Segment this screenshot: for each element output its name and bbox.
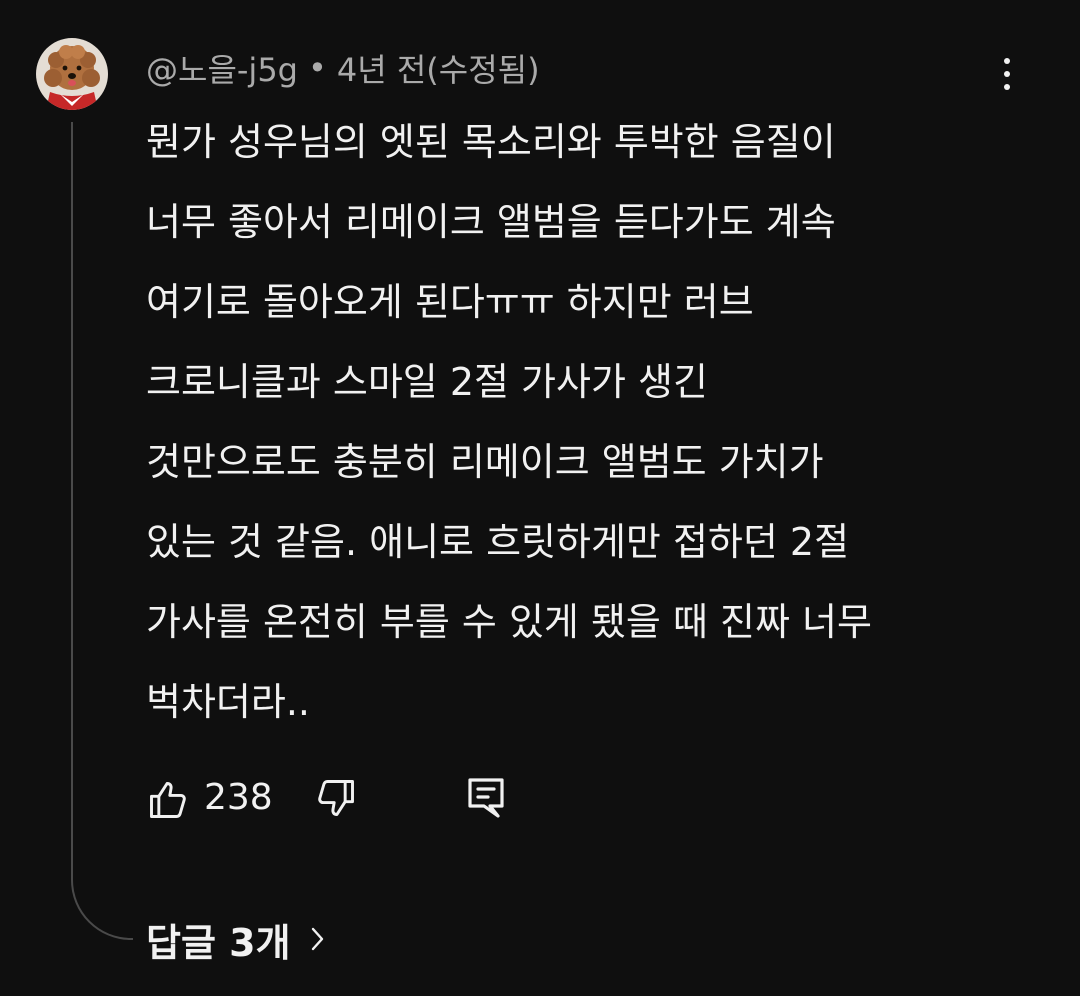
more-vertical-icon: [1004, 58, 1010, 64]
dog-avatar-icon: [36, 38, 108, 110]
dislike-button[interactable]: [314, 776, 358, 820]
separator-dot: •: [308, 49, 327, 87]
comment-line: 있는 것 같음. 애니로 흐릿하게만 접하던 2절: [146, 520, 850, 564]
reply-thread-line: [71, 122, 133, 940]
replies-label: 답글 3개: [146, 920, 291, 965]
comment-line: 것만으로도 충분히 리메이크 앨범도 가치가: [146, 440, 824, 484]
avatar[interactable]: [36, 38, 108, 110]
comment-text: 뭔가 성우님의 엣된 목소리와 투박한 음질이 너무 좋아서 리메이크 앨범을 …: [146, 102, 1036, 742]
more-options-button[interactable]: [990, 52, 1024, 96]
comment-header: @노을-j5g • 4년 전(수정됨): [146, 46, 540, 90]
timestamp: 4년 전(수정됨): [336, 51, 540, 89]
author-name[interactable]: @노을-j5g: [146, 45, 298, 91]
more-vertical-icon-dot: [1004, 71, 1010, 77]
reply-comment-icon: [468, 778, 504, 818]
more-vertical-icon-dot: [1004, 84, 1010, 90]
reply-button[interactable]: [466, 776, 506, 820]
like-count: 238: [204, 777, 273, 818]
comment-line: 너무 좋아서 리메이크 앨범을 듣다가도 계속: [146, 200, 836, 244]
thumbs-down-icon: [318, 780, 354, 816]
thumbs-up-icon: [150, 782, 186, 818]
like-button[interactable]: [146, 778, 190, 822]
comment-line: 여기로 돌아오게 된다ㅠㅠ 하지만 러브: [146, 280, 754, 324]
view-replies-button[interactable]: 답글 3개: [146, 912, 327, 966]
comment-line: 벅차더라..: [146, 680, 310, 724]
comment-line: 가사를 온전히 부를 수 있게 됐을 때 진짜 너무: [146, 600, 872, 644]
chevron-right-icon: [311, 927, 323, 951]
comment-line: 크로니클과 스마일 2절 가사가 생긴: [146, 360, 708, 404]
comment-line: 뭔가 성우님의 엣된 목소리와 투박한 음질이: [146, 120, 836, 164]
